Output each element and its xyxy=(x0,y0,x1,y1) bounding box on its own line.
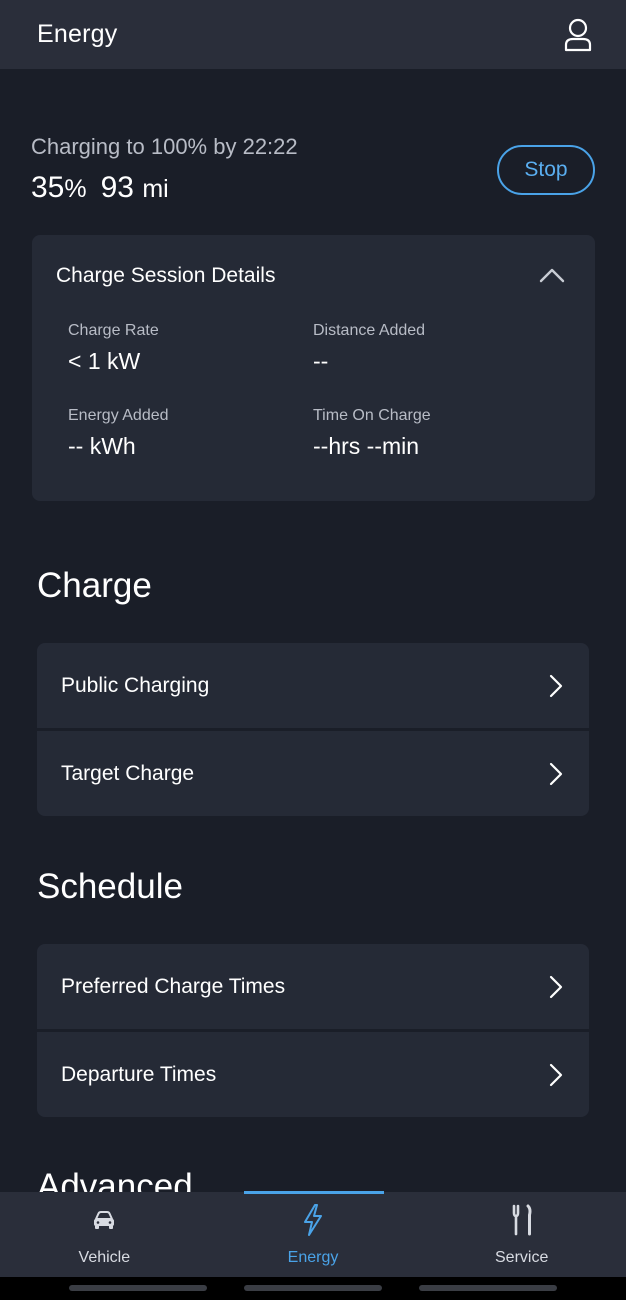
charge-level: 35% 93 mi xyxy=(31,171,169,205)
chevron-right-icon xyxy=(549,1063,563,1087)
battery-percent: 35 xyxy=(31,171,65,204)
schedule-list: Preferred Charge Times Departure Times xyxy=(37,944,589,1117)
nav-label-service: Service xyxy=(495,1249,549,1266)
profile-icon[interactable] xyxy=(563,18,593,52)
energy-screen: Energy Charging to 100% by 22:22 35% 93 m… xyxy=(0,0,626,1300)
target-charge-row[interactable]: Target Charge xyxy=(37,731,589,816)
nav-label-vehicle: Vehicle xyxy=(78,1249,131,1266)
page-title: Energy xyxy=(37,20,118,48)
advanced-section-heading: Advanced xyxy=(37,1167,193,1192)
session-details-title: Charge Session Details xyxy=(56,264,276,287)
nav-label-energy: Energy xyxy=(287,1249,339,1266)
system-gesture-bar xyxy=(0,1277,626,1300)
range-unit: mi xyxy=(142,175,169,203)
app-header: Energy xyxy=(0,0,626,69)
tools-icon xyxy=(507,1204,537,1236)
lightning-icon xyxy=(298,1204,328,1236)
distance-added-value: -- xyxy=(313,348,329,374)
scroll-content[interactable]: Charging to 100% by 22:22 35% 93 mi Stop … xyxy=(0,69,626,1192)
distance-added-label: Distance Added xyxy=(313,322,426,339)
charge-section-heading: Charge xyxy=(37,566,152,605)
public-charging-label: Public Charging xyxy=(61,673,210,697)
energy-added-label: Energy Added xyxy=(68,407,169,424)
nav-item-service[interactable]: Service xyxy=(417,1192,626,1277)
system-nav-pill[interactable] xyxy=(244,1285,382,1291)
departure-times-label: Departure Times xyxy=(61,1062,217,1086)
preferred-charge-times-row[interactable]: Preferred Charge Times xyxy=(37,944,589,1029)
bottom-navigation: Vehicle Energy Service xyxy=(0,1191,626,1277)
charge-session-details-card: Charge Session Details Charge Rate < 1 k… xyxy=(32,235,595,501)
system-nav-pill[interactable] xyxy=(419,1285,557,1291)
time-on-charge-value: --hrs --min xyxy=(313,433,420,459)
schedule-section-heading: Schedule xyxy=(37,867,183,906)
public-charging-row[interactable]: Public Charging xyxy=(37,643,589,728)
car-icon xyxy=(89,1204,119,1236)
charge-list: Public Charging Target Charge xyxy=(37,643,589,816)
chevron-right-icon xyxy=(549,975,563,999)
system-nav-pill[interactable] xyxy=(69,1285,207,1291)
nav-item-energy[interactable]: Energy xyxy=(209,1191,418,1277)
time-on-charge-label: Time On Charge xyxy=(313,407,431,424)
active-tab-indicator xyxy=(243,1191,384,1194)
chevron-right-icon xyxy=(549,762,563,786)
charge-rate-value: < 1 kW xyxy=(68,348,141,374)
charging-status-text: Charging to 100% by 22:22 xyxy=(31,134,298,159)
chevron-right-icon xyxy=(549,674,563,698)
energy-added-value: -- kWh xyxy=(68,433,136,459)
charge-rate-label: Charge Rate xyxy=(68,322,159,339)
battery-percent-unit: % xyxy=(64,175,87,203)
preferred-charge-times-label: Preferred Charge Times xyxy=(61,974,286,998)
target-charge-label: Target Charge xyxy=(61,761,195,785)
range-value: 93 xyxy=(100,171,134,204)
departure-times-row[interactable]: Departure Times xyxy=(37,1032,589,1117)
stop-charging-button[interactable]: Stop xyxy=(497,145,595,195)
nav-item-vehicle[interactable]: Vehicle xyxy=(0,1192,209,1277)
collapse-chevron-up-icon[interactable] xyxy=(539,267,565,283)
